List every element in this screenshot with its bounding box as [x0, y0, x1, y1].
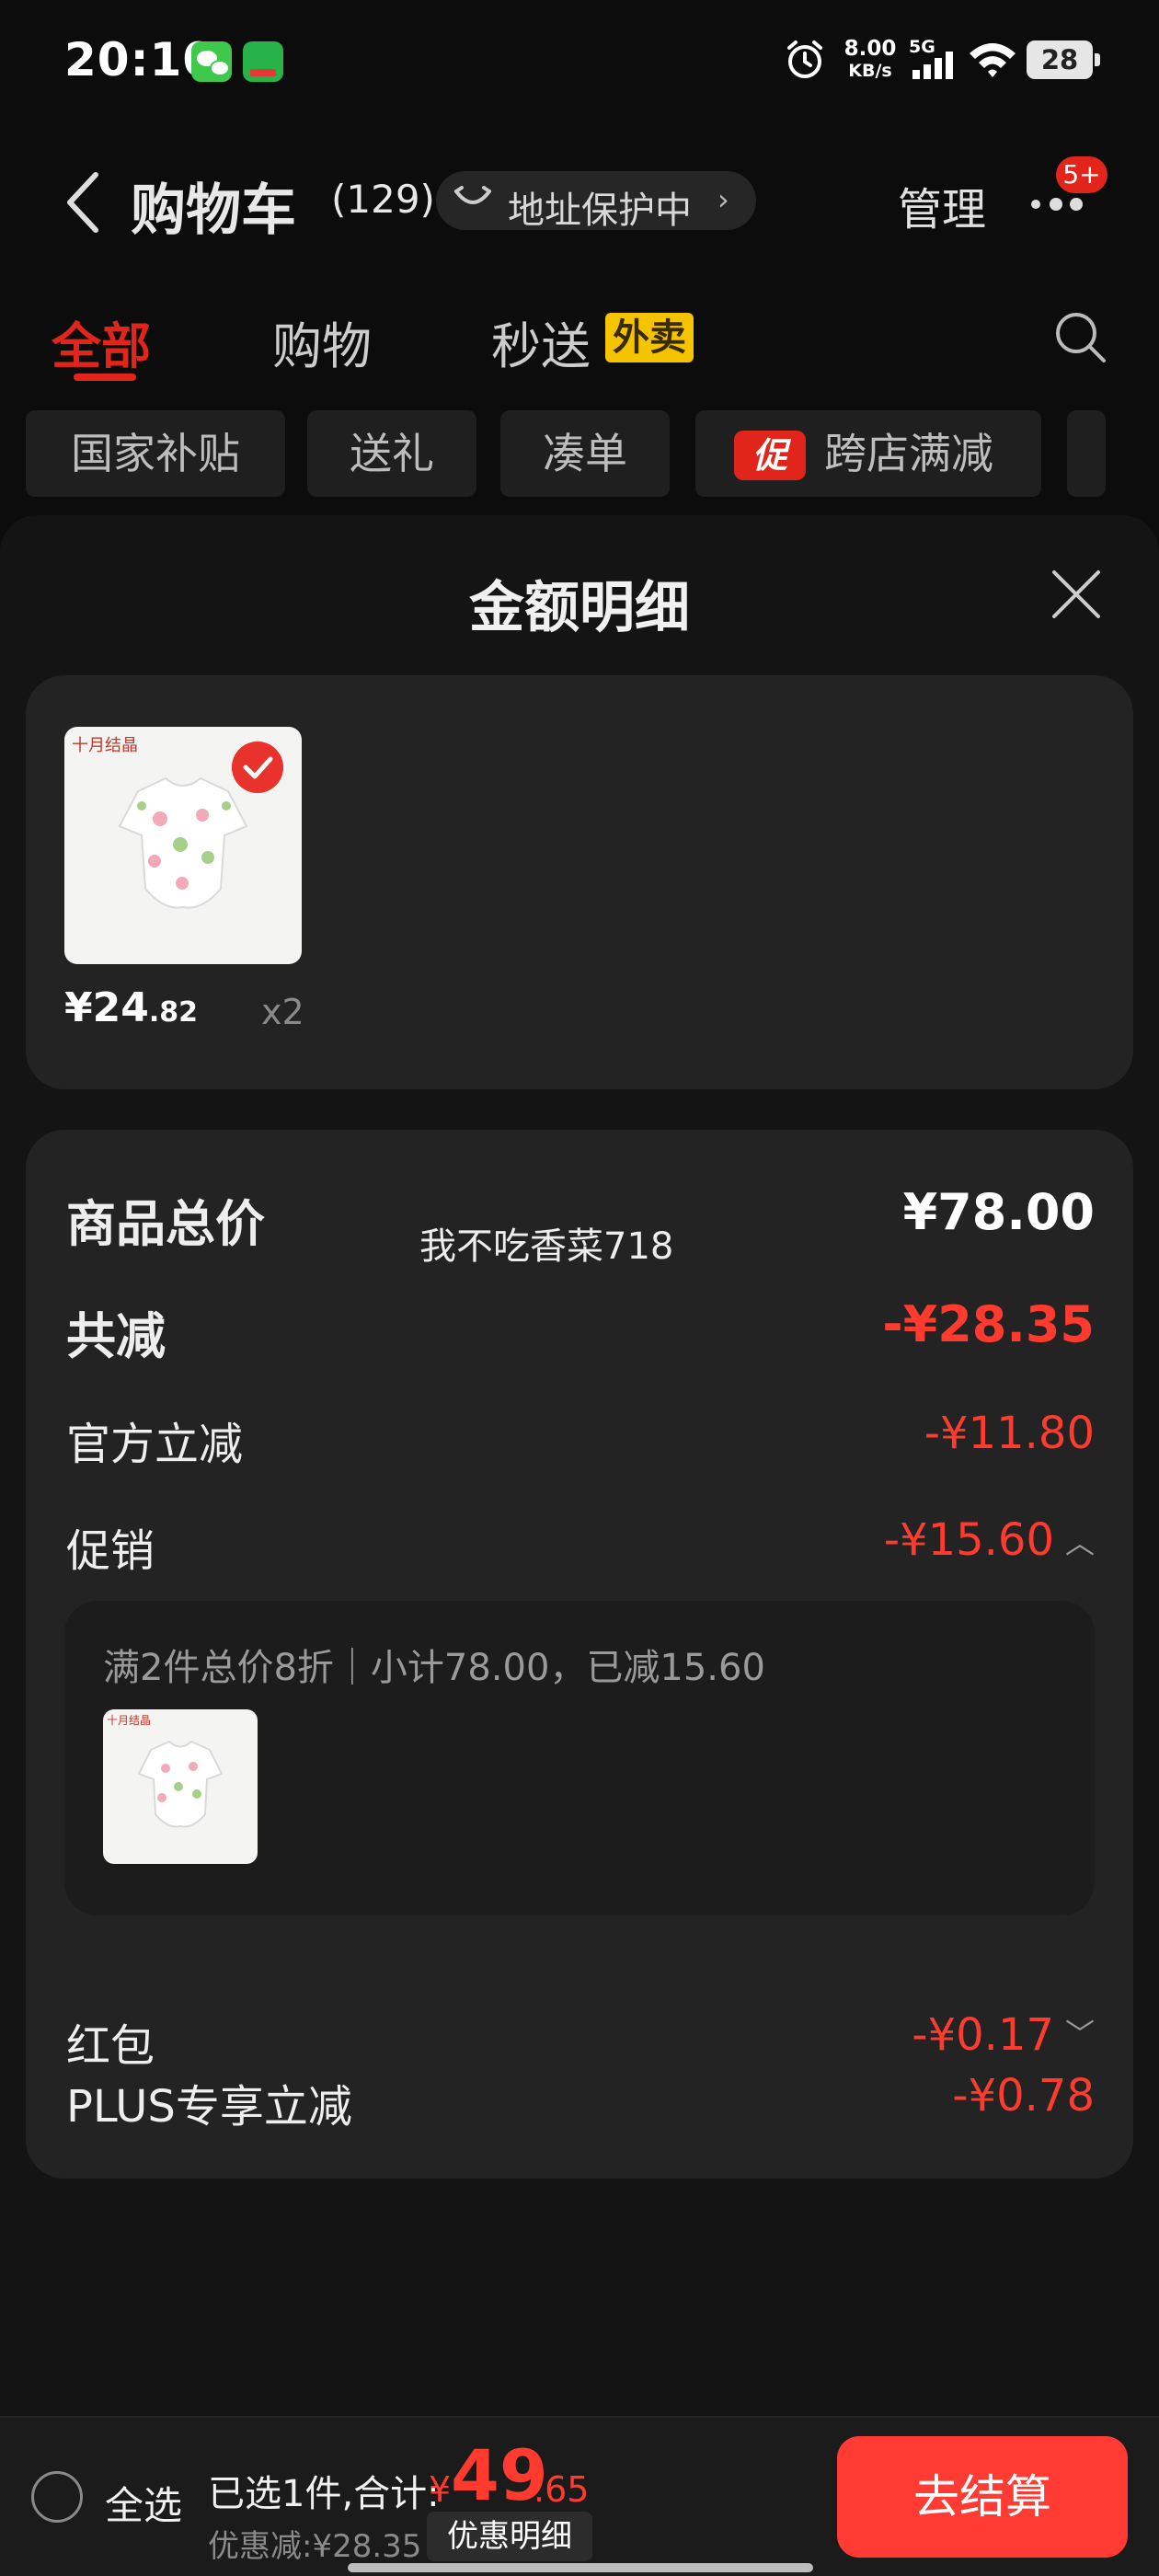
- home-indicator: [348, 2563, 813, 2572]
- checkout-button[interactable]: 去结算: [837, 2436, 1128, 2558]
- tab-all[interactable]: 全部: [52, 305, 151, 378]
- filter-more[interactable]: [1067, 410, 1106, 497]
- plus-discount-label: PLUS专享立减: [66, 2081, 352, 2133]
- filter-cross-store-discount[interactable]: 促 跨店满减: [695, 410, 1041, 497]
- address-protection-chip[interactable]: 地址保护中 ›: [436, 171, 756, 232]
- filter-gift[interactable]: 送礼: [307, 410, 476, 497]
- total-price-label: 商品总价: [66, 1195, 265, 1253]
- official-discount-label: 官方立减: [66, 1419, 244, 1470]
- product-price: ¥24.82: [64, 984, 198, 1031]
- tab-shopping[interactable]: 购物: [272, 305, 372, 378]
- official-discount-value: -¥11.80: [924, 1408, 1095, 1459]
- app-icon: [243, 41, 283, 82]
- promotion-value[interactable]: -¥15.60: [884, 1514, 1054, 1566]
- product-quantity: x2: [261, 992, 304, 1032]
- onesie-image: 十月结晶: [107, 1714, 224, 1828]
- chevron-right-icon: ›: [717, 182, 729, 217]
- filter-bundle[interactable]: 凑单: [500, 410, 670, 497]
- tab-active-indicator: [74, 374, 136, 381]
- total-discount-value: -¥28.35: [882, 1295, 1095, 1353]
- search-icon[interactable]: [1054, 311, 1109, 366]
- message-badge: 5+: [1056, 156, 1107, 193]
- signal-icon: [912, 52, 953, 79]
- brand-logo-text: 十月结晶: [107, 1714, 151, 1727]
- product-price-int: ¥24: [64, 984, 149, 1031]
- promotion-detail-text: 满2件总价8折｜小计78.00，已减15.60: [103, 1647, 765, 1689]
- page-title: 购物车: [131, 178, 296, 243]
- check-icon: [232, 742, 283, 793]
- cart-count: (129): [331, 177, 435, 222]
- alarm-icon: [787, 40, 822, 78]
- red-packet-label: 红包: [66, 2020, 155, 2072]
- brand-logo-text: 十月结晶: [72, 736, 138, 755]
- back-icon[interactable]: [64, 171, 101, 234]
- selected-summary: 已选1件,合计:: [208, 2473, 440, 2515]
- smile-icon: [454, 186, 491, 204]
- total-amount-decimal: .65: [534, 2469, 590, 2510]
- select-all-checkbox[interactable]: [31, 2471, 83, 2523]
- promotion-label: 促销: [66, 1525, 155, 1577]
- chevron-down-icon[interactable]: ﹀: [1065, 2011, 1095, 2053]
- promo-tag: 促: [734, 431, 806, 480]
- filter-national-subsidy[interactable]: 国家补贴: [26, 410, 285, 497]
- filter-label: 跨店满减: [824, 429, 993, 478]
- promotion-product-image: 十月结晶: [103, 1709, 258, 1864]
- sheet-title: 金额明细: [469, 576, 690, 640]
- watermark-text: 我不吃香菜718: [419, 1225, 674, 1268]
- discount-detail-button[interactable]: 优惠明细: [427, 2512, 592, 2561]
- wechat-icon: [191, 41, 232, 82]
- manage-button[interactable]: 管理: [898, 173, 986, 237]
- total-discount-label: 共减: [66, 1307, 166, 1365]
- more-icon[interactable]: [1028, 193, 1093, 215]
- takeout-badge: 外卖: [605, 313, 694, 362]
- discount-summary: 优惠减:¥28.35: [208, 2528, 422, 2565]
- net-speed-unit: KB/s: [848, 61, 892, 81]
- close-icon[interactable]: [1050, 569, 1102, 620]
- battery-icon: 28: [1027, 40, 1100, 79]
- net-speed: 8.00: [843, 37, 897, 61]
- tab-express[interactable]: 秒送: [491, 305, 591, 378]
- plus-discount-value: -¥0.78: [952, 2070, 1095, 2122]
- red-packet-value[interactable]: -¥0.17: [912, 2009, 1054, 2061]
- address-protection-label: 地址保护中: [508, 190, 692, 232]
- total-currency: ¥: [429, 2469, 452, 2510]
- wifi-icon: [970, 43, 1016, 77]
- total-price-value: ¥78.00: [902, 1183, 1095, 1241]
- chevron-up-icon[interactable]: ︿: [1065, 1520, 1095, 1562]
- product-price-dec: .82: [148, 996, 199, 1029]
- select-all-label[interactable]: 全选: [105, 2475, 182, 2531]
